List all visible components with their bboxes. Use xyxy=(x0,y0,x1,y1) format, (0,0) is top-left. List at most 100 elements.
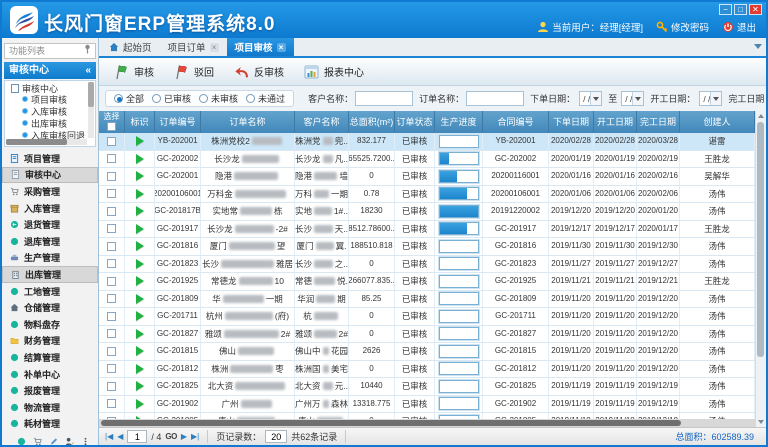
sidebar-item-16[interactable]: 耗材管理 xyxy=(2,416,98,433)
tree-horizontal-scrollbar[interactable] xyxy=(6,139,87,145)
toolbar-button-0[interactable]: 审核 xyxy=(107,61,161,83)
table-row[interactable]: GC-201711杭州(府)杭0已审核GC-2017112019/11/2020… xyxy=(99,308,755,326)
status-dot-icon[interactable] xyxy=(17,433,26,442)
column-header-11[interactable]: 完工日期 xyxy=(637,111,680,133)
row-checkbox[interactable] xyxy=(107,277,116,286)
row-checkbox[interactable] xyxy=(107,312,116,321)
radio-已审核[interactable]: 已审核 xyxy=(152,92,191,105)
dropdown-arrow-icon[interactable] xyxy=(590,92,601,105)
column-header-5[interactable]: 总面积(m²) xyxy=(349,111,395,133)
table-row[interactable]: GC-201815佛山佛山中花园2626已审核GC-2018152019/11/… xyxy=(99,343,755,361)
minimize-button[interactable]: − xyxy=(719,4,732,15)
row-checkbox[interactable] xyxy=(107,259,116,268)
first-page-button[interactable]: |◀ xyxy=(105,432,113,441)
table-row[interactable]: GC-202001隐港隐港墙0已审核202001160012020/01/162… xyxy=(99,168,755,186)
toolbar-button-2[interactable]: 反审核 xyxy=(227,61,291,83)
customer-name-input[interactable] xyxy=(355,91,413,106)
row-checkbox[interactable] xyxy=(107,137,116,146)
sidebar-item-12[interactable]: 结算管理 xyxy=(2,349,98,366)
start-date-picker[interactable]: / / xyxy=(699,91,722,106)
column-header-9[interactable]: 下单日期 xyxy=(549,111,594,133)
column-header-12[interactable]: 创建人 xyxy=(680,111,755,133)
horizontal-scroll-thumb[interactable] xyxy=(101,420,681,426)
tab-起始页[interactable]: 起始页 xyxy=(101,38,160,56)
row-checkbox[interactable] xyxy=(107,347,116,356)
dropdown-arrow-icon[interactable] xyxy=(710,92,721,105)
sidebar-item-5[interactable]: 退库管理 xyxy=(2,233,98,250)
close-button[interactable]: ✕ xyxy=(749,4,762,15)
column-header-8[interactable]: 合同编号 xyxy=(483,111,549,133)
sidebar-item-6[interactable]: 生产管理 xyxy=(2,250,98,267)
table-row[interactable]: GC-201825北大资北大资元..10440已审核GC-2018252019/… xyxy=(99,378,755,396)
sidebar-item-7[interactable]: 出库管理 xyxy=(2,266,98,283)
sidebar-item-9[interactable]: 仓储管理 xyxy=(2,299,98,316)
row-checkbox[interactable] xyxy=(107,189,116,198)
row-checkbox[interactable] xyxy=(107,207,116,216)
column-header-7[interactable]: 生产进度 xyxy=(435,111,483,133)
order-date-from-picker[interactable]: / / xyxy=(579,91,602,106)
more-icon[interactable] xyxy=(81,433,90,442)
function-list-box[interactable]: 功能列表 xyxy=(4,43,96,59)
logout-button[interactable]: 退出 xyxy=(722,20,756,34)
radio-未审核[interactable]: 未审核 xyxy=(199,92,238,105)
tree-node-root[interactable]: 审核中心 xyxy=(5,81,95,93)
radio-未通过[interactable]: 未通过 xyxy=(246,92,285,105)
table-row[interactable]: GC-201809华一期华润期85.25已审核GC-2018092019/11/… xyxy=(99,291,755,309)
row-checkbox[interactable] xyxy=(107,224,116,233)
row-checkbox[interactable] xyxy=(107,154,116,163)
sidebar-item-0[interactable]: 项目管理 xyxy=(2,150,98,167)
collapse-icon[interactable]: « xyxy=(85,62,91,79)
column-header-3[interactable]: 订单名称 xyxy=(201,111,295,133)
table-row[interactable]: GC-201823长沙雅居长沙之..0已审核GC-2018232019/11/2… xyxy=(99,256,755,274)
sidebar-item-4[interactable]: 退货管理 xyxy=(2,216,98,233)
close-tab-icon[interactable]: × xyxy=(277,43,286,52)
sidebar-item-14[interactable]: 报废管理 xyxy=(2,382,98,399)
toolbar-button-1[interactable]: 驳回 xyxy=(167,61,221,83)
go-button[interactable]: GO xyxy=(165,432,176,441)
sidebar-item-11[interactable]: 财务管理 xyxy=(2,333,98,350)
sidebar-item-10[interactable]: 物料盘存 xyxy=(2,316,98,333)
column-header-6[interactable]: 订单状态 xyxy=(395,111,435,133)
table-row[interactable]: 20200106001万科金万科一期0.78已审核202001060012020… xyxy=(99,186,755,204)
prev-page-button[interactable]: ◀ xyxy=(117,432,123,441)
toolbar-button-3[interactable]: 报表中心 xyxy=(297,61,371,83)
sidebar-item-1[interactable]: 审核中心 xyxy=(2,167,98,184)
row-checkbox[interactable] xyxy=(107,399,116,408)
table-row[interactable]: GC-201812株洲枣株洲国美宅0已审核GC-2018122019/11/20… xyxy=(99,361,755,379)
tab-项目订单[interactable]: 项目订单× xyxy=(160,38,227,56)
dropdown-arrow-icon[interactable] xyxy=(632,92,643,105)
tree-vertical-scrollbar[interactable] xyxy=(88,82,94,138)
column-header-1[interactable]: 标识 xyxy=(125,111,155,133)
page-size-input[interactable] xyxy=(265,430,287,443)
pin-icon[interactable] xyxy=(84,44,91,58)
table-row[interactable]: GC-201917长沙龙-2#长沙天..8512.78600..已审核GC-20… xyxy=(99,221,755,239)
select-all-checkbox[interactable] xyxy=(107,122,116,131)
row-checkbox[interactable] xyxy=(107,329,116,338)
page-number-input[interactable] xyxy=(127,430,147,443)
sidebar-item-8[interactable]: 工地管理 xyxy=(2,283,98,300)
row-checkbox[interactable] xyxy=(107,172,116,181)
maximize-button[interactable]: □ xyxy=(734,4,747,15)
table-row[interactable]: YB-202001株洲党校2株洲党兜..832.177已审核YB-2020012… xyxy=(99,133,755,151)
radio-全部[interactable]: 全部 xyxy=(114,92,144,105)
column-header-10[interactable]: 开工日期 xyxy=(594,111,637,133)
table-row[interactable]: GC-201817B实地常栋实地1#..18230已审核201912200022… xyxy=(99,203,755,221)
sidebar-item-13[interactable]: 补单中心 xyxy=(2,366,98,383)
scroll-down-arrow-icon[interactable] xyxy=(756,417,765,427)
change-password-button[interactable]: 修改密码 xyxy=(656,20,709,34)
table-row[interactable]: GC-201925常德龙10常德悦.266077.835..已审核GC-2019… xyxy=(99,273,755,291)
column-header-2[interactable]: 订单编号 xyxy=(155,111,201,133)
table-row[interactable]: GC-201827雅颂2#雅颂2#0已审核GC-2018272019/11/20… xyxy=(99,326,755,344)
order-date-to-picker[interactable]: / / xyxy=(621,91,644,106)
last-page-button[interactable]: ▶| xyxy=(191,432,199,441)
column-header-4[interactable]: 客户名称 xyxy=(295,111,349,133)
tree-node-3[interactable]: 出库审核 xyxy=(5,117,95,129)
vertical-scroll-thumb[interactable] xyxy=(757,122,764,357)
pen-icon[interactable] xyxy=(49,433,58,442)
tree-node-2[interactable]: 入库审核 xyxy=(5,105,95,117)
table-row[interactable]: GC-201816厦门望厦门翼.188510.818已审核GC-20181620… xyxy=(99,238,755,256)
sidebar-item-2[interactable]: 采购管理 xyxy=(2,183,98,200)
tab-overflow-arrow-icon[interactable] xyxy=(754,44,762,49)
table-row[interactable]: GC-202002长沙龙长沙龙凡..65525.7200..已审核GC-2020… xyxy=(99,151,755,169)
row-checkbox[interactable] xyxy=(107,364,116,373)
